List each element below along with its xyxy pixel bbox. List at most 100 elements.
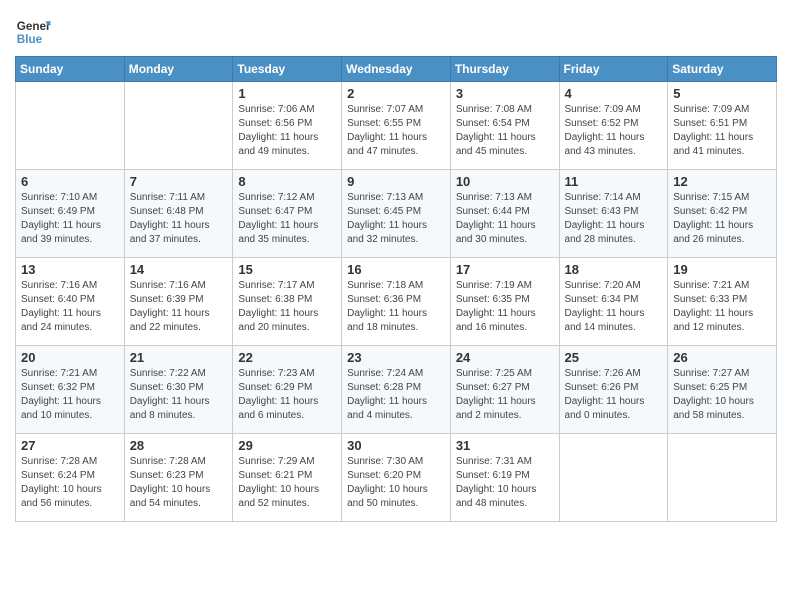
day-number: 12 [673,174,771,189]
day-number: 1 [238,86,336,101]
day-cell: 26Sunrise: 7:27 AM Sunset: 6:25 PM Dayli… [668,346,777,434]
svg-text:General: General [17,20,51,33]
day-info: Sunrise: 7:21 AM Sunset: 6:32 PM Dayligh… [21,367,119,423]
day-cell: 20 Sunrise: 7:21 AM Sunset: 6:32 PM Dayli… [16,346,125,434]
day-cell [668,434,777,522]
calendar-table: SundayMondayTuesdayWednesdayThursdayFrid… [15,56,777,522]
day-cell: 24Sunrise: 7:25 AM Sunset: 6:27 PM Dayli… [450,346,559,434]
day-info: Sunrise: 7:18 AM Sunset: 6:36 PM Dayligh… [347,279,445,335]
day-cell: 16 Sunrise: 7:18 AM Sunset: 6:36 PM Dayli… [342,258,451,346]
day-info: Sunrise: 7:27 AM Sunset: 6:25 PM Dayligh… [673,367,771,423]
day-info: Sunrise: 7:20 AM Sunset: 6:34 PM Dayligh… [565,279,663,335]
day-cell [559,434,668,522]
header-cell-wednesday: Wednesday [342,57,451,82]
day-cell [124,82,233,170]
day-info: Sunrise: 7:17 AM Sunset: 6:38 PM Dayligh… [238,279,336,335]
day-number: 2 [347,86,445,101]
header-row: SundayMondayTuesdayWednesdayThursdayFrid… [16,57,777,82]
day-info: Sunrise: 7:25 AM Sunset: 6:27 PM Dayligh… [456,367,554,423]
day-cell: 8 Sunrise: 7:12 AM Sunset: 6:47 PM Daylig… [233,170,342,258]
day-number: 4 [565,86,663,101]
header: General Blue [15,10,777,50]
day-cell: 28 Sunrise: 7:28 AM Sunset: 6:23 PM Dayli… [124,434,233,522]
day-cell: 15Sunrise: 7:17 AM Sunset: 6:38 PM Dayli… [233,258,342,346]
header-cell-tuesday: Tuesday [233,57,342,82]
day-cell: 14 Sunrise: 7:16 AM Sunset: 6:39 PM Dayli… [124,258,233,346]
week-row-2: 6 Sunrise: 7:10 AM Sunset: 6:49 PM Daylig… [16,170,777,258]
day-number: 8 [238,174,336,189]
day-cell: 5 Sunrise: 7:09 AM Sunset: 6:51 PM Daylig… [668,82,777,170]
day-info: Sunrise: 7:09 AM Sunset: 6:51 PM Dayligh… [673,103,771,159]
day-info: Sunrise: 7:07 AM Sunset: 6:55 PM Dayligh… [347,103,445,159]
day-number: 20 [21,350,119,365]
day-number: 3 [456,86,554,101]
day-info: Sunrise: 7:16 AM Sunset: 6:39 PM Dayligh… [130,279,228,335]
day-number: 9 [347,174,445,189]
day-info: Sunrise: 7:26 AM Sunset: 6:26 PM Dayligh… [565,367,663,423]
day-cell: 12 Sunrise: 7:15 AM Sunset: 6:42 PM Dayli… [668,170,777,258]
day-number: 11 [565,174,663,189]
day-number: 31 [456,438,554,453]
day-cell: 31 Sunrise: 7:31 AM Sunset: 6:19 PM Dayli… [450,434,559,522]
day-info: Sunrise: 7:12 AM Sunset: 6:47 PM Dayligh… [238,191,336,247]
day-number: 22 [238,350,336,365]
day-number: 16 [347,262,445,277]
day-info: Sunrise: 7:09 AM Sunset: 6:52 PM Dayligh… [565,103,663,159]
header-cell-sunday: Sunday [16,57,125,82]
day-info: Sunrise: 7:08 AM Sunset: 6:54 PM Dayligh… [456,103,554,159]
day-info: Sunrise: 7:29 AM Sunset: 6:21 PM Dayligh… [238,455,336,511]
day-cell [16,82,125,170]
calendar-body: 1Sunrise: 7:06 AM Sunset: 6:56 PM Daylig… [16,82,777,522]
day-number: 7 [130,174,228,189]
day-cell: 10Sunrise: 7:13 AM Sunset: 6:44 PM Dayli… [450,170,559,258]
day-info: Sunrise: 7:21 AM Sunset: 6:33 PM Dayligh… [673,279,771,335]
day-number: 27 [21,438,119,453]
day-info: Sunrise: 7:10 AM Sunset: 6:49 PM Dayligh… [21,191,119,247]
day-number: 10 [456,174,554,189]
day-cell: 3 Sunrise: 7:08 AM Sunset: 6:54 PM Daylig… [450,82,559,170]
day-info: Sunrise: 7:23 AM Sunset: 6:29 PM Dayligh… [238,367,336,423]
day-cell: 6 Sunrise: 7:10 AM Sunset: 6:49 PM Daylig… [16,170,125,258]
day-info: Sunrise: 7:31 AM Sunset: 6:19 PM Dayligh… [456,455,554,511]
day-number: 28 [130,438,228,453]
day-cell: 22 Sunrise: 7:23 AM Sunset: 6:29 PM Dayli… [233,346,342,434]
day-info: Sunrise: 7:13 AM Sunset: 6:45 PM Dayligh… [347,191,445,247]
day-cell: 25 Sunrise: 7:26 AM Sunset: 6:26 PM Dayli… [559,346,668,434]
day-cell: 13Sunrise: 7:16 AM Sunset: 6:40 PM Dayli… [16,258,125,346]
calendar-header: SundayMondayTuesdayWednesdayThursdayFrid… [16,57,777,82]
day-info: Sunrise: 7:16 AM Sunset: 6:40 PM Dayligh… [21,279,119,335]
svg-text:Blue: Blue [17,33,43,46]
day-info: Sunrise: 7:11 AM Sunset: 6:48 PM Dayligh… [130,191,228,247]
logo-icon: General Blue [15,14,51,50]
day-number: 17 [456,262,554,277]
day-cell: 4 Sunrise: 7:09 AM Sunset: 6:52 PM Daylig… [559,82,668,170]
day-info: Sunrise: 7:28 AM Sunset: 6:24 PM Dayligh… [21,455,119,511]
day-cell: 21 Sunrise: 7:22 AM Sunset: 6:30 PM Dayli… [124,346,233,434]
logo: General Blue [15,14,51,50]
day-number: 5 [673,86,771,101]
day-cell: 11Sunrise: 7:14 AM Sunset: 6:43 PM Dayli… [559,170,668,258]
day-number: 18 [565,262,663,277]
day-cell: 17Sunrise: 7:19 AM Sunset: 6:35 PM Dayli… [450,258,559,346]
day-info: Sunrise: 7:22 AM Sunset: 6:30 PM Dayligh… [130,367,228,423]
day-number: 25 [565,350,663,365]
day-info: Sunrise: 7:30 AM Sunset: 6:20 PM Dayligh… [347,455,445,511]
day-cell: 7 Sunrise: 7:11 AM Sunset: 6:48 PM Daylig… [124,170,233,258]
header-cell-monday: Monday [124,57,233,82]
week-row-1: 1Sunrise: 7:06 AM Sunset: 6:56 PM Daylig… [16,82,777,170]
day-info: Sunrise: 7:15 AM Sunset: 6:42 PM Dayligh… [673,191,771,247]
day-info: Sunrise: 7:24 AM Sunset: 6:28 PM Dayligh… [347,367,445,423]
day-cell: 19Sunrise: 7:21 AM Sunset: 6:33 PM Dayli… [668,258,777,346]
day-info: Sunrise: 7:28 AM Sunset: 6:23 PM Dayligh… [130,455,228,511]
day-cell: 2 Sunrise: 7:07 AM Sunset: 6:55 PM Daylig… [342,82,451,170]
header-cell-saturday: Saturday [668,57,777,82]
day-cell: 1Sunrise: 7:06 AM Sunset: 6:56 PM Daylig… [233,82,342,170]
header-cell-thursday: Thursday [450,57,559,82]
day-number: 14 [130,262,228,277]
day-number: 23 [347,350,445,365]
day-number: 21 [130,350,228,365]
week-row-3: 13Sunrise: 7:16 AM Sunset: 6:40 PM Dayli… [16,258,777,346]
day-cell: 23 Sunrise: 7:24 AM Sunset: 6:28 PM Dayli… [342,346,451,434]
day-number: 6 [21,174,119,189]
day-cell: 9 Sunrise: 7:13 AM Sunset: 6:45 PM Daylig… [342,170,451,258]
